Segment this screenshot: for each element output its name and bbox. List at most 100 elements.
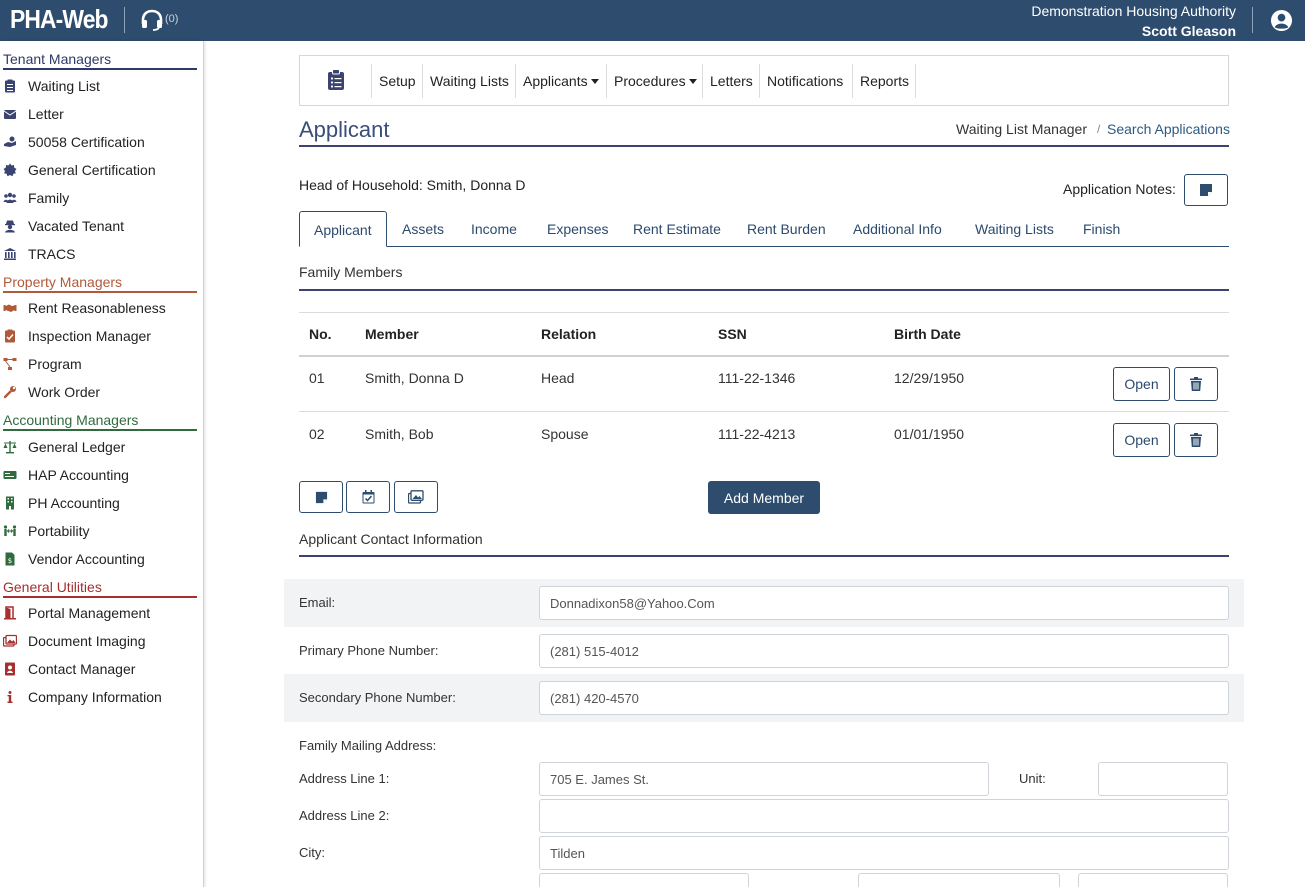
sidebar-item-portal[interactable]: Portal Management: [3, 601, 197, 625]
nav-procedures[interactable]: Procedures: [614, 73, 697, 89]
sidebar-item-vendor[interactable]: $ Vendor Accounting: [3, 547, 197, 571]
top-bar: PHA-Web (0) Demonstration Housing Author…: [0, 0, 1305, 41]
address-book-icon: [3, 661, 23, 677]
breadcrumb-search-applications[interactable]: Search Applications: [1107, 121, 1230, 137]
sidebar-item-general-cert[interactable]: General Certification: [3, 158, 197, 182]
divider: [702, 64, 703, 98]
mailing-address-label: Family Mailing Address:: [299, 738, 437, 753]
nav-notifications[interactable]: Notifications: [767, 73, 843, 89]
tab-income[interactable]: Income: [471, 221, 517, 237]
sidebar-item-company-info[interactable]: Company Information: [3, 685, 197, 709]
sidebar-item-portability[interactable]: Portability: [3, 519, 197, 543]
address-line-1-field[interactable]: 705 E. James St.: [539, 762, 989, 796]
nav-reports[interactable]: Reports: [860, 73, 909, 89]
caret-down-icon: [688, 79, 697, 84]
tab-additional-info[interactable]: Additional Info: [853, 221, 942, 237]
city-field[interactable]: Tilden: [539, 836, 1229, 870]
user-secret-icon: [3, 218, 23, 234]
address-line-2-field[interactable]: [539, 799, 1229, 833]
trash-icon: [1190, 433, 1202, 447]
tab-rent-estimate[interactable]: Rent Estimate: [633, 221, 721, 237]
tab-finish[interactable]: Finish: [1083, 221, 1120, 237]
sidebar-item-contact-manager[interactable]: Contact Manager: [3, 657, 197, 681]
title-rule: [299, 145, 1229, 147]
sidebar-item-label: PH Accounting: [28, 495, 120, 511]
family-images-button[interactable]: [394, 481, 438, 513]
sidebar-section-accounting: Accounting Managers: [3, 412, 197, 431]
tab-expenses[interactable]: Expenses: [547, 221, 608, 237]
tab-assets[interactable]: Assets: [402, 221, 444, 237]
secondary-phone-field[interactable]: (281) 420-4570: [539, 681, 1229, 715]
sidebar-item-label: 50058 Certification: [28, 134, 145, 150]
sticky-note-icon: [315, 491, 327, 503]
nav-label: Applicants: [523, 73, 588, 89]
sidebar-item-label: Rent Reasonableness: [28, 300, 166, 316]
cell-member: Smith, Donna D: [365, 370, 464, 386]
sidebar-item-label: HAP Accounting: [28, 467, 129, 483]
family-calendar-button[interactable]: [346, 481, 390, 513]
brand-logo[interactable]: PHA-Web: [10, 4, 109, 35]
sidebar-item-ph[interactable]: PH Accounting: [3, 491, 197, 515]
sidebar-item-tracs[interactable]: TRACS: [3, 242, 197, 266]
nav-letters[interactable]: Letters: [710, 73, 753, 89]
sidebar-item-general-ledger[interactable]: General Ledger: [3, 435, 197, 459]
open-member-button[interactable]: Open: [1113, 423, 1170, 457]
organization-name: Demonstration Housing Authority: [1031, 3, 1236, 19]
email-label: Email:: [299, 595, 336, 610]
sidebar-item-inspection[interactable]: Inspection Manager: [3, 324, 197, 348]
sidebar-item-document-imaging[interactable]: Document Imaging: [3, 629, 197, 653]
file-invoice-dollar-icon: $: [3, 551, 23, 567]
clipboard-list-icon[interactable]: [327, 69, 345, 91]
divider: [852, 64, 853, 98]
family-notes-button[interactable]: [299, 481, 343, 513]
zip-field[interactable]: [858, 873, 1060, 887]
sidebar-item-hap[interactable]: HAP Accounting: [3, 463, 197, 487]
open-member-button[interactable]: Open: [1113, 367, 1170, 401]
user-account-icon[interactable]: [1270, 9, 1293, 32]
sidebar-item-label: Company Information: [28, 689, 162, 705]
unit-field[interactable]: [1098, 762, 1228, 796]
sidebar-item-waiting-list[interactable]: Waiting List: [3, 74, 197, 98]
sidebar-item-rent-reasonableness[interactable]: Rent Reasonableness: [3, 296, 197, 320]
tab-rent-burden[interactable]: Rent Burden: [747, 221, 826, 237]
secondary-phone-label: Secondary Phone Number:: [299, 690, 456, 705]
sidebar-item-label: Vendor Accounting: [28, 551, 145, 567]
sidebar-item-label: General Certification: [28, 162, 156, 178]
sidebar-item-letter[interactable]: Letter: [3, 102, 197, 126]
email-field[interactable]: Donnadixon58@Yahoo.Com: [539, 586, 1229, 620]
sidebar-item-label: TRACS: [28, 246, 76, 262]
address-line-1-label: Address Line 1:: [299, 771, 390, 786]
sidebar-item-vacated[interactable]: Vacated Tenant: [3, 214, 197, 238]
sidebar-item-work-order[interactable]: Work Order: [3, 380, 197, 404]
breadcrumb-waiting-list-manager[interactable]: Waiting List Manager: [956, 121, 1087, 137]
hand-holding-icon: [3, 134, 23, 150]
column-header-no: No.: [309, 326, 332, 342]
state-field[interactable]: [539, 873, 749, 887]
application-notes-button[interactable]: [1184, 174, 1228, 206]
delete-member-button[interactable]: [1174, 423, 1218, 457]
tab-waiting-lists[interactable]: Waiting Lists: [975, 221, 1054, 237]
info-icon: [3, 689, 23, 705]
nav-applicants[interactable]: Applicants: [523, 73, 599, 89]
sidebar-section-tenant: Tenant Managers: [3, 51, 197, 70]
tab-applicant[interactable]: Applicant: [299, 211, 387, 247]
divider: [124, 7, 125, 33]
sidebar-item-family[interactable]: Family: [3, 186, 197, 210]
sidebar-section-utilities: General Utilities: [3, 579, 197, 598]
delete-member-button[interactable]: [1174, 367, 1218, 401]
primary-phone-field[interactable]: (281) 515-4012: [539, 634, 1229, 668]
add-member-button[interactable]: Add Member: [708, 481, 820, 514]
family-members-heading: Family Members: [299, 264, 403, 280]
head-of-household: Head of Household: Smith, Donna D: [299, 177, 526, 193]
sidebar-item-label: Document Imaging: [28, 633, 146, 649]
unit-label: Unit:: [1019, 771, 1046, 786]
sidebar: Tenant Managers Waiting List Letter 5005…: [0, 41, 204, 887]
nav-setup[interactable]: Setup: [379, 73, 416, 89]
users-icon: [3, 190, 23, 206]
zip-ext-field[interactable]: [1078, 873, 1228, 887]
headset-icon[interactable]: [140, 9, 164, 31]
column-header-member: Member: [365, 326, 419, 342]
sidebar-item-program[interactable]: Program: [3, 352, 197, 376]
nav-waiting-lists[interactable]: Waiting Lists: [430, 73, 509, 89]
sidebar-item-50058[interactable]: 50058 Certification: [3, 130, 197, 154]
